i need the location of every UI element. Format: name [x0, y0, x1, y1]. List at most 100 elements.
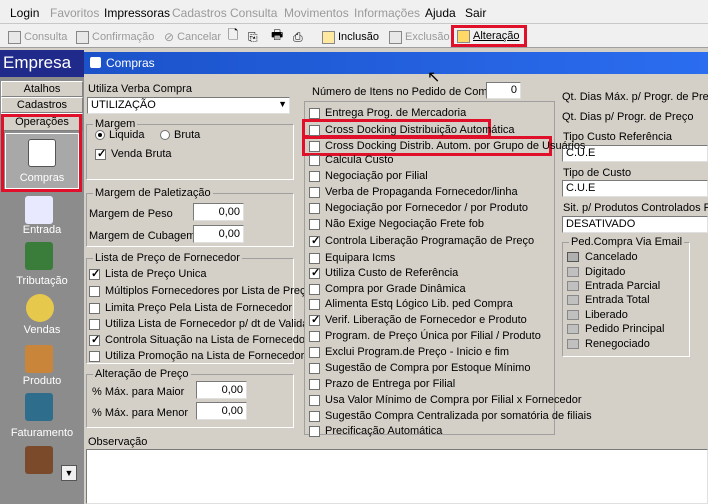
tributacao-icon[interactable]	[25, 242, 53, 270]
checkbox-box[interactable]	[309, 313, 320, 326]
menu-sair[interactable]: Sair	[465, 6, 486, 20]
confirmacao-button[interactable]: Confirmação	[76, 28, 154, 46]
checkbox-box[interactable]	[309, 378, 320, 390]
margem-liquida-radio[interactable]: Liquida	[95, 129, 144, 141]
option-checkbox[interactable]: Negociação por Filial	[309, 170, 428, 182]
checkbox-box[interactable]	[309, 283, 320, 295]
utiliza-verba-select[interactable]: UTILIZAÇÃO ▼	[87, 97, 290, 114]
sidebar-item-entrada[interactable]: Entrada	[0, 224, 84, 236]
limita-preco-checkbox[interactable]: Limita Preço Pela Lista de Fornecedor	[89, 302, 292, 314]
printer-icon[interactable]: 🖶	[271, 27, 283, 46]
margem-peso-input[interactable]: 0,00	[193, 203, 244, 221]
observacao-textarea[interactable]	[86, 449, 708, 504]
option-checkbox[interactable]: Equipara Icms	[309, 252, 395, 264]
option-checkbox[interactable]: Exclui Program.de Preço - Inicio e fim	[309, 346, 509, 358]
option-checkbox[interactable]: Alimenta Estq Lógico Lib. ped Compra	[309, 298, 513, 310]
sidebar-item-faturamento[interactable]: Faturamento	[0, 427, 84, 439]
produto-icon[interactable]	[25, 345, 53, 373]
preview-icon[interactable]: ⎙	[293, 28, 303, 46]
lista-preco-unica-checkbox[interactable]: Lista de Preço Unica	[89, 267, 207, 280]
option-checkbox[interactable]: Compra por Grade Dinâmica	[309, 283, 466, 295]
sidebar-item-tributacao[interactable]: Tributação	[0, 275, 84, 287]
sidebar-item-produto[interactable]: Produto	[0, 375, 84, 387]
radio-bruta[interactable]	[160, 130, 170, 140]
option-checkbox[interactable]: Cross Docking Distrib. Autom. por Grupo …	[309, 140, 585, 152]
checkbox-box[interactable]	[309, 330, 320, 342]
max-maior-input[interactable]: 0,00	[196, 381, 247, 399]
menu-ajuda[interactable]: Ajuda	[425, 6, 456, 20]
checkbox-box[interactable]	[309, 202, 320, 214]
sidebar-scroll-down[interactable]: ▼	[61, 465, 77, 481]
option-checkbox[interactable]: Sugestão Compra Centralizada por somatór…	[309, 410, 592, 422]
entrada-icon[interactable]	[25, 196, 53, 224]
sidebar-item-compras[interactable]: Compras	[5, 133, 79, 189]
checkbox-box[interactable]	[309, 218, 320, 230]
checkbox-box[interactable]	[89, 302, 100, 314]
margem-cubagem-input[interactable]: 0,00	[193, 225, 244, 243]
checkbox-box[interactable]	[309, 124, 320, 136]
checkbox-box[interactable]	[309, 140, 320, 152]
alteracao-button[interactable]: Alteração	[451, 25, 527, 47]
menu-impressoras[interactable]: Impressoras	[104, 6, 170, 20]
truck-icon[interactable]	[25, 446, 53, 474]
new-document-icon[interactable]: 🗋	[228, 27, 238, 46]
consulta-button[interactable]: Consulta	[8, 28, 67, 46]
checkbox-box[interactable]	[309, 186, 320, 198]
money-icon[interactable]	[26, 294, 54, 322]
option-checkbox[interactable]: Controla Liberação Programação de Preço	[309, 234, 534, 247]
checkbox-box[interactable]	[309, 107, 320, 119]
checkbox-box[interactable]	[89, 267, 100, 280]
checkbox-box[interactable]	[309, 394, 320, 406]
inclusao-button[interactable]: Inclusão	[322, 28, 379, 46]
checkbox-box[interactable]	[309, 362, 320, 374]
utiliza-lista-validade-checkbox[interactable]: Utiliza Lista de Fornecedor p/ dt de Val…	[89, 318, 321, 330]
menu-favoritos[interactable]: Favoritos	[50, 6, 99, 20]
option-checkbox[interactable]: Precificação Automática	[309, 425, 442, 437]
option-checkbox[interactable]: Usa Valor Mínimo de Compra por Filial x …	[309, 394, 582, 406]
option-checkbox[interactable]: Calcula Custo	[309, 154, 393, 166]
option-checkbox[interactable]: Negociação por Fornecedor / por Produto	[309, 202, 528, 214]
checkbox-box[interactable]	[89, 350, 100, 362]
checkbox-box[interactable]	[309, 425, 320, 437]
option-checkbox[interactable]: Verba de Propaganda Fornecedor/linha	[309, 186, 518, 198]
controla-situacao-checkbox[interactable]: Controla Situação na Lista de Fornecedor	[89, 333, 309, 346]
checkbox-box[interactable]	[309, 170, 320, 182]
option-checkbox[interactable]: Program. de Preço Única por Filial / Pro…	[309, 330, 541, 342]
checkbox-box[interactable]	[309, 154, 320, 166]
menu-movimentos[interactable]: Movimentos	[284, 6, 349, 20]
sit-produtos-input[interactable]: DESATIVADO	[562, 216, 708, 233]
cancelar-button[interactable]: ⊘ Cancelar	[164, 28, 221, 46]
tab-atalhos[interactable]: Atalhos	[1, 81, 83, 97]
option-checkbox[interactable]: Sugestão de Compra por Estoque Mínimo	[309, 362, 530, 374]
option-checkbox[interactable]: Não Exige Negociação Frete fob	[309, 218, 484, 230]
checkbox-box[interactable]	[309, 346, 320, 358]
option-checkbox[interactable]: Prazo de Entrega por Filial	[309, 378, 455, 390]
tipo-custo-input[interactable]: C.U.E	[562, 180, 708, 197]
checkbox-box[interactable]	[89, 318, 100, 330]
option-checkbox[interactable]: Entrega Prog. de Mercadoria	[309, 107, 466, 119]
option-checkbox[interactable]: Utiliza Custo de Referência	[309, 266, 458, 279]
tab-cadastros[interactable]: Cadastros	[1, 97, 83, 113]
checkbox-box[interactable]	[89, 285, 100, 297]
checkbox-box[interactable]	[89, 333, 100, 346]
venda-bruta-box[interactable]	[95, 147, 106, 160]
faturamento-icon[interactable]	[25, 393, 53, 421]
checkbox-box[interactable]	[309, 234, 320, 247]
menu-consulta[interactable]: Consulta	[230, 6, 277, 20]
venda-bruta-checkbox[interactable]: Venda Bruta	[95, 147, 172, 160]
num-itens-input[interactable]: 0	[486, 82, 521, 99]
copy-icon[interactable]: ⎘	[248, 28, 258, 46]
utiliza-promocao-checkbox[interactable]: Utiliza Promoção na Lista de Fornecedor	[89, 350, 304, 362]
menu-cadastros[interactable]: Cadastros	[172, 6, 227, 20]
checkbox-box[interactable]	[309, 410, 320, 422]
checkbox-box[interactable]	[309, 252, 320, 264]
margem-bruta-radio[interactable]: Bruta	[160, 129, 200, 141]
checkbox-box[interactable]	[309, 266, 320, 279]
radio-liquida[interactable]	[95, 130, 105, 140]
max-menor-input[interactable]: 0,00	[196, 402, 247, 420]
menu-login[interactable]: Login	[10, 6, 39, 20]
checkbox-box[interactable]	[309, 298, 320, 310]
sidebar-item-vendas[interactable]: Vendas	[0, 324, 84, 336]
exclusao-button[interactable]: Exclusão	[389, 28, 450, 46]
option-checkbox[interactable]: Verif. Liberação de Fornecedor e Produto	[309, 313, 527, 326]
